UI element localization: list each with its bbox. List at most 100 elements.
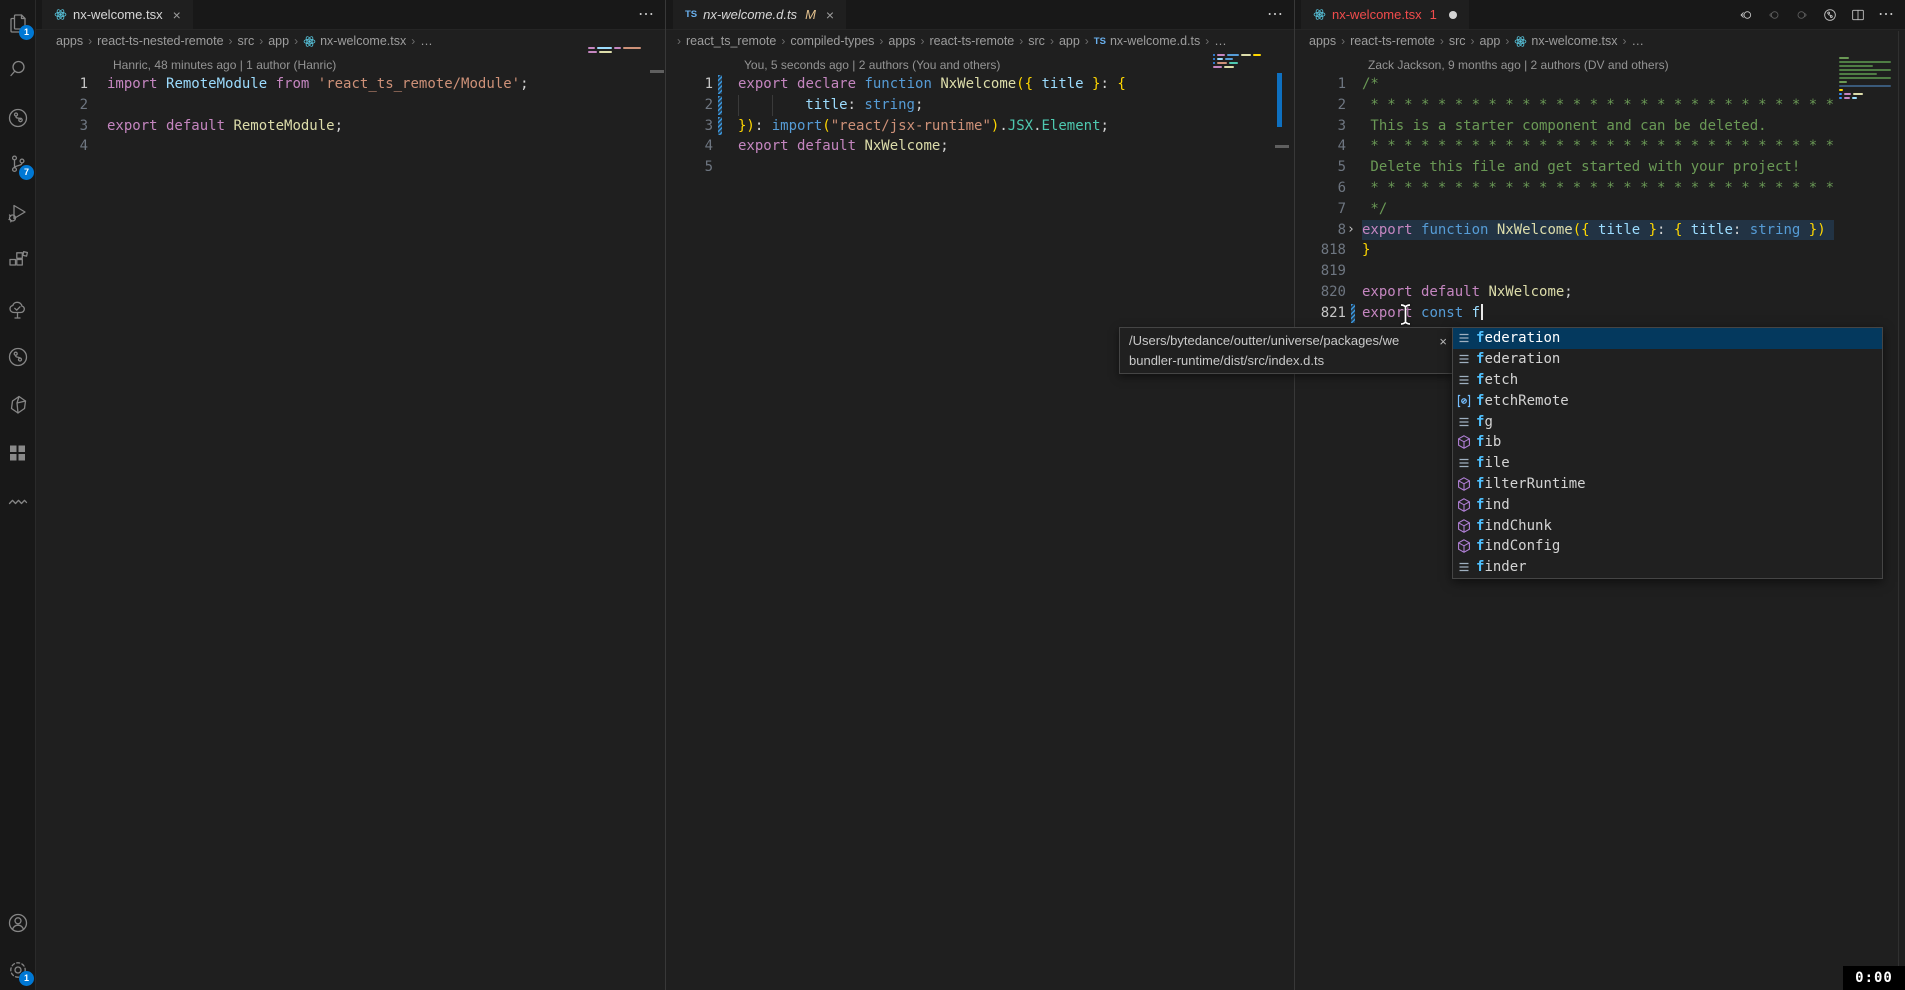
suggestion-item[interactable]: file bbox=[1453, 453, 1882, 474]
search-activity-item[interactable] bbox=[6, 57, 30, 81]
breadcrumb-item[interactable]: app bbox=[1059, 34, 1080, 48]
code-line[interactable]: 820export default NxWelcome; bbox=[1295, 282, 1905, 303]
code-line[interactable]: 2title: string; bbox=[666, 95, 1294, 116]
minimap-slider-pane-1[interactable] bbox=[650, 70, 664, 73]
suggestion-item[interactable]: findConfig bbox=[1453, 536, 1882, 557]
circle-left-icon[interactable] bbox=[1766, 7, 1782, 23]
breadcrumb-item[interactable]: … bbox=[420, 34, 433, 48]
breadcrumb-item[interactable]: src bbox=[1028, 34, 1045, 48]
grid-activity-item[interactable] bbox=[6, 441, 30, 465]
suggestion-item[interactable]: fetchRemote bbox=[1453, 390, 1882, 411]
breadcrumb-item[interactable]: apps bbox=[1309, 34, 1336, 48]
code-line[interactable]: 2 bbox=[36, 95, 665, 116]
split-editor-icon[interactable] bbox=[1850, 7, 1866, 23]
code-line[interactable]: 5 bbox=[666, 157, 1294, 178]
breadcrumb-item[interactable]: react-ts-nested-remote bbox=[97, 34, 223, 48]
explorer-activity-item[interactable]: 1 bbox=[6, 12, 30, 36]
code-line[interactable]: 3 This is a starter component and can be… bbox=[1295, 116, 1905, 137]
source-control-activity-item[interactable]: 7 bbox=[6, 152, 30, 176]
code-area[interactable]: 1/*2 * * * * * * * * * * * * * * * * * *… bbox=[1295, 74, 1905, 324]
minimap-pane-3[interactable] bbox=[1839, 57, 1894, 101]
breadcrumb-item[interactable]: react_ts_remote bbox=[686, 34, 776, 48]
editor-tab[interactable]: nx-welcome.tsx1 bbox=[1301, 0, 1469, 29]
extensions-activity-item[interactable] bbox=[6, 249, 30, 273]
fold-chevron-icon[interactable]: › bbox=[1347, 220, 1355, 241]
git-blame-codelens[interactable]: You, 5 seconds ago | 2 authors (You and … bbox=[744, 58, 1000, 72]
git-blame-codelens[interactable]: Hanric, 48 minutes ago | 1 author (Hanri… bbox=[113, 58, 336, 72]
settings-gear-activity-item[interactable]: 1 bbox=[6, 958, 30, 982]
editor-tab[interactable]: nx-welcome.tsx× bbox=[42, 0, 193, 29]
code-line[interactable]: 1import RemoteModule from 'react_ts_remo… bbox=[36, 74, 665, 95]
code-area[interactable]: 1export declare function NxWelcome({ tit… bbox=[666, 74, 1294, 178]
code-line[interactable]: 2 * * * * * * * * * * * * * * * * * * * … bbox=[1295, 95, 1905, 116]
code-line[interactable]: 3export default RemoteModule; bbox=[36, 116, 665, 137]
git-circle-activity-item[interactable] bbox=[6, 345, 30, 369]
breadcrumb-item[interactable]: app bbox=[268, 34, 289, 48]
breadcrumb[interactable]: ›react_ts_remote›compiled-types›apps›rea… bbox=[666, 30, 1294, 52]
squiggle-icon bbox=[6, 489, 30, 513]
code-line[interactable]: 821export const f bbox=[1295, 303, 1905, 324]
polygon-activity-item[interactable] bbox=[6, 393, 30, 417]
breadcrumb-item[interactable]: src bbox=[238, 34, 255, 48]
code-line[interactable]: 4export default NxWelcome; bbox=[666, 136, 1294, 157]
code-line[interactable]: 1export declare function NxWelcome({ tit… bbox=[666, 74, 1294, 95]
run-debug-activity-item[interactable] bbox=[6, 201, 30, 225]
code-line[interactable]: 7 */ bbox=[1295, 199, 1905, 220]
code-line[interactable]: 819 bbox=[1295, 261, 1905, 282]
minimap-slider-pane-2[interactable] bbox=[1275, 145, 1289, 148]
breadcrumb-item[interactable]: compiled-types bbox=[790, 34, 874, 48]
code-line[interactable]: 818} bbox=[1295, 240, 1905, 261]
code-line[interactable]: 4 bbox=[36, 136, 665, 157]
breadcrumb-item[interactable]: apps bbox=[56, 34, 83, 48]
editor-tab[interactable]: TSnx-welcome.d.tsM× bbox=[673, 0, 846, 29]
suggestion-item[interactable]: find bbox=[1453, 494, 1882, 515]
code-area[interactable]: 1import RemoteModule from 'react_ts_remo… bbox=[36, 74, 665, 157]
breadcrumb[interactable]: apps›react-ts-remote›src›app›nx-welcome.… bbox=[1295, 30, 1905, 52]
suggestion-item[interactable]: fib bbox=[1453, 432, 1882, 453]
breadcrumb-item[interactable]: apps bbox=[888, 34, 915, 48]
breadcrumb-item[interactable]: react-ts-remote bbox=[930, 34, 1015, 48]
circle-right-icon[interactable] bbox=[1794, 7, 1810, 23]
suggestion-item[interactable]: filterRuntime bbox=[1453, 474, 1882, 495]
breadcrumb-item[interactable]: … bbox=[1214, 34, 1227, 48]
code-line[interactable]: 6 * * * * * * * * * * * * * * * * * * * … bbox=[1295, 178, 1905, 199]
breadcrumb[interactable]: apps›react-ts-nested-remote›src›app›nx-w… bbox=[36, 30, 665, 52]
breadcrumb-item[interactable]: src bbox=[1449, 34, 1466, 48]
breadcrumb-item[interactable]: app bbox=[1480, 34, 1501, 48]
mouse-ibeam-cursor bbox=[1398, 303, 1413, 331]
scrollbar-pane-3[interactable] bbox=[1898, 31, 1899, 990]
code-line[interactable]: 1/* bbox=[1295, 74, 1905, 95]
more-actions-icon[interactable]: ⋯ bbox=[1878, 0, 1895, 30]
close-icon[interactable]: × bbox=[1439, 332, 1447, 352]
dirty-dot-icon[interactable] bbox=[1449, 11, 1457, 19]
git-circle-icon[interactable] bbox=[1822, 7, 1838, 23]
suggestion-item[interactable]: federation bbox=[1453, 349, 1882, 370]
git-blame-codelens[interactable]: Zack Jackson, 9 months ago | 2 authors (… bbox=[1368, 58, 1669, 72]
code-line[interactable]: 3}): import("react/jsx-runtime").JSX.Ele… bbox=[666, 116, 1294, 137]
more-actions-icon[interactable]: ⋯ bbox=[638, 0, 655, 30]
minimap-pane-2[interactable] bbox=[1213, 54, 1271, 70]
todo-tree-activity-item[interactable] bbox=[6, 298, 30, 322]
suggestion-item[interactable]: fg bbox=[1453, 411, 1882, 432]
nav-back-icon[interactable] bbox=[1738, 7, 1754, 23]
more-actions-icon[interactable]: ⋯ bbox=[1267, 0, 1284, 30]
suggestion-item[interactable]: findChunk bbox=[1453, 515, 1882, 536]
code-line[interactable]: 4 * * * * * * * * * * * * * * * * * * * … bbox=[1295, 136, 1905, 157]
account-activity-item[interactable] bbox=[6, 911, 30, 935]
code-line[interactable]: 8›export function NxWelcome({ title }: {… bbox=[1295, 220, 1905, 241]
breadcrumb-item[interactable]: TSnx-welcome.d.ts bbox=[1094, 34, 1200, 48]
minimap-pane-1[interactable] bbox=[588, 47, 648, 55]
squiggle-activity-item[interactable] bbox=[6, 489, 30, 513]
tab-close-icon[interactable]: × bbox=[173, 7, 181, 23]
suggestion-item[interactable]: federation bbox=[1453, 328, 1882, 349]
breadcrumb-item[interactable]: nx-welcome.tsx bbox=[303, 34, 406, 48]
gutter[interactable]: › bbox=[1346, 220, 1362, 241]
suggestion-item[interactable]: finder bbox=[1453, 557, 1882, 578]
breadcrumb-item[interactable]: react-ts-remote bbox=[1350, 34, 1435, 48]
breadcrumb-item[interactable]: nx-welcome.tsx bbox=[1514, 34, 1617, 48]
code-line[interactable]: 5 Delete this file and get started with … bbox=[1295, 157, 1905, 178]
tab-close-icon[interactable]: × bbox=[826, 7, 834, 23]
source-graph-activity-item[interactable] bbox=[6, 106, 30, 130]
suggestion-item[interactable]: fetch bbox=[1453, 370, 1882, 391]
breadcrumb-item[interactable]: … bbox=[1632, 34, 1645, 48]
